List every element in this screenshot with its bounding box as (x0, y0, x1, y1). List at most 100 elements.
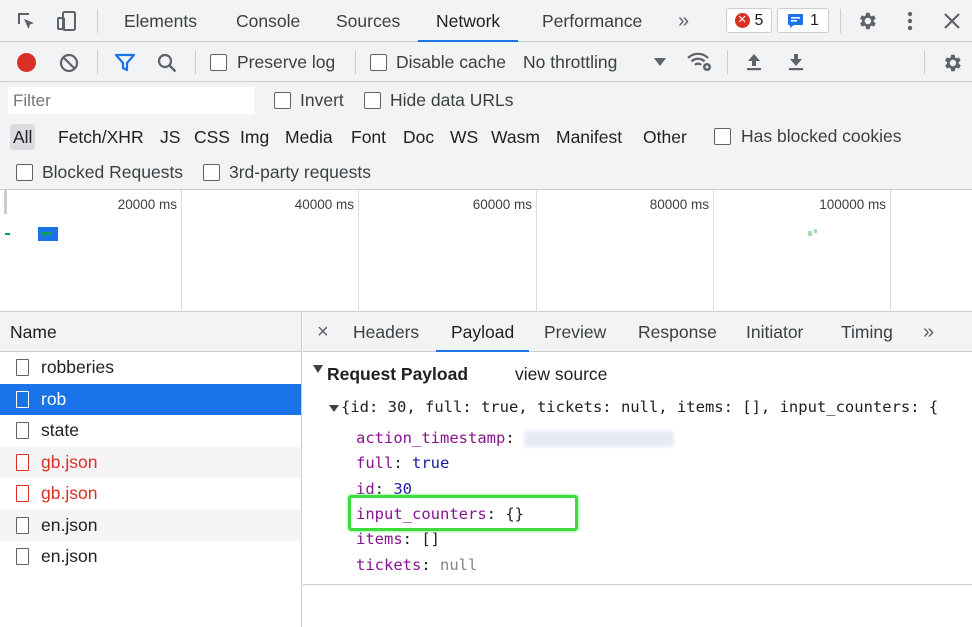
network-toolbar: Preserve log Disable cache No throttling (0, 42, 972, 82)
redacted-value (523, 430, 674, 447)
object-expand-icon[interactable] (329, 405, 339, 412)
request-payload-title[interactable]: Request Payload (327, 364, 468, 385)
request-name: en.json (41, 546, 98, 567)
type-filter-font[interactable]: Font (351, 124, 386, 150)
devtools-main-toolbar: Elements Console Sources Network Perform… (0, 0, 972, 42)
close-detail-icon[interactable]: × (317, 312, 329, 352)
filter-bar: Invert Hide data URLs (0, 82, 972, 118)
hide-data-urls-label: Hide data URLs (390, 90, 514, 110)
type-filter-img[interactable]: Img (240, 124, 269, 150)
errors-badge[interactable]: ✕ 5 (726, 8, 772, 33)
toolbar-divider (840, 9, 841, 33)
record-icon[interactable] (17, 53, 36, 72)
request-name: gb.json (41, 451, 98, 472)
tab-headers[interactable]: Headers (353, 312, 419, 352)
request-name: robberies (41, 357, 114, 378)
toolbar-divider (924, 50, 925, 74)
more-tabs-button[interactable]: » (678, 0, 689, 42)
tab-network[interactable]: Network (418, 0, 519, 42)
network-overview-timeline[interactable]: 20000 ms 40000 ms 60000 ms 80000 ms 1000… (0, 190, 972, 312)
export-har-icon[interactable] (786, 51, 806, 73)
tab-preview[interactable]: Preview (544, 312, 606, 352)
type-filter-other[interactable]: Other (643, 124, 687, 150)
settings-gear-icon[interactable] (855, 9, 879, 33)
chevron-down-icon[interactable] (654, 58, 666, 66)
type-filter-doc[interactable]: Doc (403, 124, 434, 150)
type-filter-ws[interactable]: WS (450, 124, 478, 150)
timeline-tick-label: 60000 ms (472, 197, 532, 212)
request-row[interactable]: state (0, 415, 301, 447)
toolbar-divider (195, 50, 196, 74)
hide-data-urls-checkbox[interactable] (364, 92, 381, 109)
tab-performance[interactable]: Performance (542, 0, 642, 42)
preserve-log-checkbox[interactable] (210, 54, 227, 71)
throttling-select[interactable]: No throttling (523, 52, 617, 73)
type-filter-media[interactable]: Media (285, 124, 333, 150)
field-key: items (356, 530, 403, 548)
messages-badge[interactable]: 1 (777, 8, 829, 33)
detail-tabs: × Headers Payload Preview Response Initi… (303, 312, 972, 352)
request-list: Name robberies rob state gb.json gb.json en.j… (0, 312, 302, 627)
section-collapse-icon[interactable] (313, 365, 323, 373)
invert-checkbox[interactable] (274, 92, 291, 109)
highlight-box (348, 495, 578, 531)
name-column-header[interactable]: Name (0, 312, 301, 352)
invert-label: Invert (300, 90, 344, 110)
timeline-request-bar (5, 233, 10, 235)
request-row[interactable]: rob (0, 383, 301, 415)
request-row[interactable]: robberies (0, 352, 301, 384)
file-icon (16, 453, 29, 471)
field-key: full (356, 454, 394, 472)
tab-elements[interactable]: Elements (124, 0, 197, 42)
payload-field-tickets: tickets: null (356, 556, 478, 574)
type-filter-manifest[interactable]: Manifest (556, 124, 622, 150)
request-row[interactable]: gb.json (0, 446, 301, 478)
filter-input[interactable] (8, 87, 254, 114)
type-filter-fetch-xhr[interactable]: Fetch/XHR (58, 124, 144, 150)
third-party-requests-checkbox[interactable] (203, 164, 220, 181)
request-row[interactable]: en.json (0, 509, 301, 541)
type-filter-css[interactable]: CSS (194, 124, 230, 150)
request-row[interactable]: en.json (0, 541, 301, 573)
has-blocked-cookies-checkbox[interactable] (714, 128, 731, 145)
tab-console[interactable]: Console (236, 0, 300, 42)
message-icon (788, 13, 804, 28)
device-toolbar-icon[interactable] (55, 9, 79, 33)
close-devtools-icon[interactable] (940, 9, 964, 33)
request-name: gb.json (41, 483, 98, 504)
disable-cache-checkbox[interactable] (370, 54, 387, 71)
tab-response[interactable]: Response (638, 312, 717, 352)
file-icon (16, 548, 29, 566)
timeline-request-bar (808, 231, 812, 236)
network-settings-gear-icon[interactable] (940, 51, 964, 75)
section-divider (303, 584, 972, 585)
tab-sources[interactable]: Sources (336, 0, 400, 42)
search-icon[interactable] (155, 52, 179, 74)
tab-initiator[interactable]: Initiator (746, 312, 803, 352)
type-filter-wasm[interactable]: Wasm (491, 124, 540, 150)
timeline-request-bar (814, 229, 817, 233)
inspect-element-icon[interactable] (14, 9, 38, 33)
toolbar-divider (727, 50, 728, 74)
tab-timing[interactable]: Timing (841, 312, 893, 352)
import-har-icon[interactable] (744, 51, 764, 73)
request-name: state (41, 420, 79, 441)
request-name: rob (41, 388, 67, 409)
request-detail-panel: × Headers Payload Preview Response Initi… (303, 312, 972, 627)
type-filter-js[interactable]: JS (160, 124, 180, 150)
blocked-requests-checkbox[interactable] (16, 164, 33, 181)
tab-payload[interactable]: Payload (436, 312, 530, 352)
timeline-handle[interactable] (4, 190, 7, 214)
request-row[interactable]: gb.json (0, 478, 301, 510)
error-icon: ✕ (734, 13, 750, 28)
more-detail-tabs-button[interactable]: » (923, 312, 934, 352)
filter-icon[interactable] (113, 52, 137, 74)
type-filter-all[interactable]: All (10, 124, 36, 150)
network-conditions-icon[interactable] (686, 50, 714, 74)
file-icon (16, 359, 29, 377)
more-options-icon[interactable] (898, 9, 922, 33)
view-source-link[interactable]: view source (515, 364, 607, 385)
blocked-requests-label: Blocked Requests (42, 162, 184, 182)
clear-icon[interactable] (58, 52, 80, 74)
payload-summary[interactable]: {id: 30, full: true, tickets: null, item… (341, 398, 938, 416)
